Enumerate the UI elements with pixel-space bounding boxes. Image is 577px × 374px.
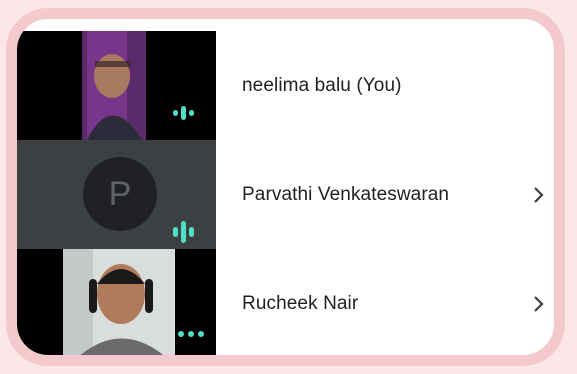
- video-tile: [17, 31, 216, 140]
- video-feed: [82, 31, 146, 140]
- chevron-right-icon[interactable]: [532, 249, 546, 355]
- participant-list: neelima balu (You) P Parvathi Venkateswa…: [17, 19, 554, 355]
- audio-speaking-icon: [173, 106, 194, 120]
- participant-name: Parvathi Venkateswaran: [242, 183, 450, 205]
- video-tile: [17, 249, 216, 355]
- participant-name: neelima balu (You): [242, 74, 402, 96]
- video-tile: P: [17, 140, 216, 249]
- participants-panel: neelima balu (You) P Parvathi Venkateswa…: [6, 8, 565, 366]
- video-feed: [63, 249, 175, 355]
- audio-speaking-icon: [173, 221, 194, 243]
- participant-row-parvathi[interactable]: P Parvathi Venkateswaran: [17, 140, 554, 249]
- list-item-partial: [17, 358, 554, 366]
- participant-name: Rucheek Nair: [242, 292, 359, 314]
- avatar: P: [83, 157, 157, 231]
- participant-row-neelima[interactable]: neelima balu (You): [17, 31, 554, 140]
- chevron-right-icon[interactable]: [532, 140, 546, 249]
- audio-idle-icon: [178, 331, 204, 337]
- participant-row-rucheek[interactable]: Rucheek Nair: [17, 249, 554, 355]
- video-tile: [17, 358, 216, 366]
